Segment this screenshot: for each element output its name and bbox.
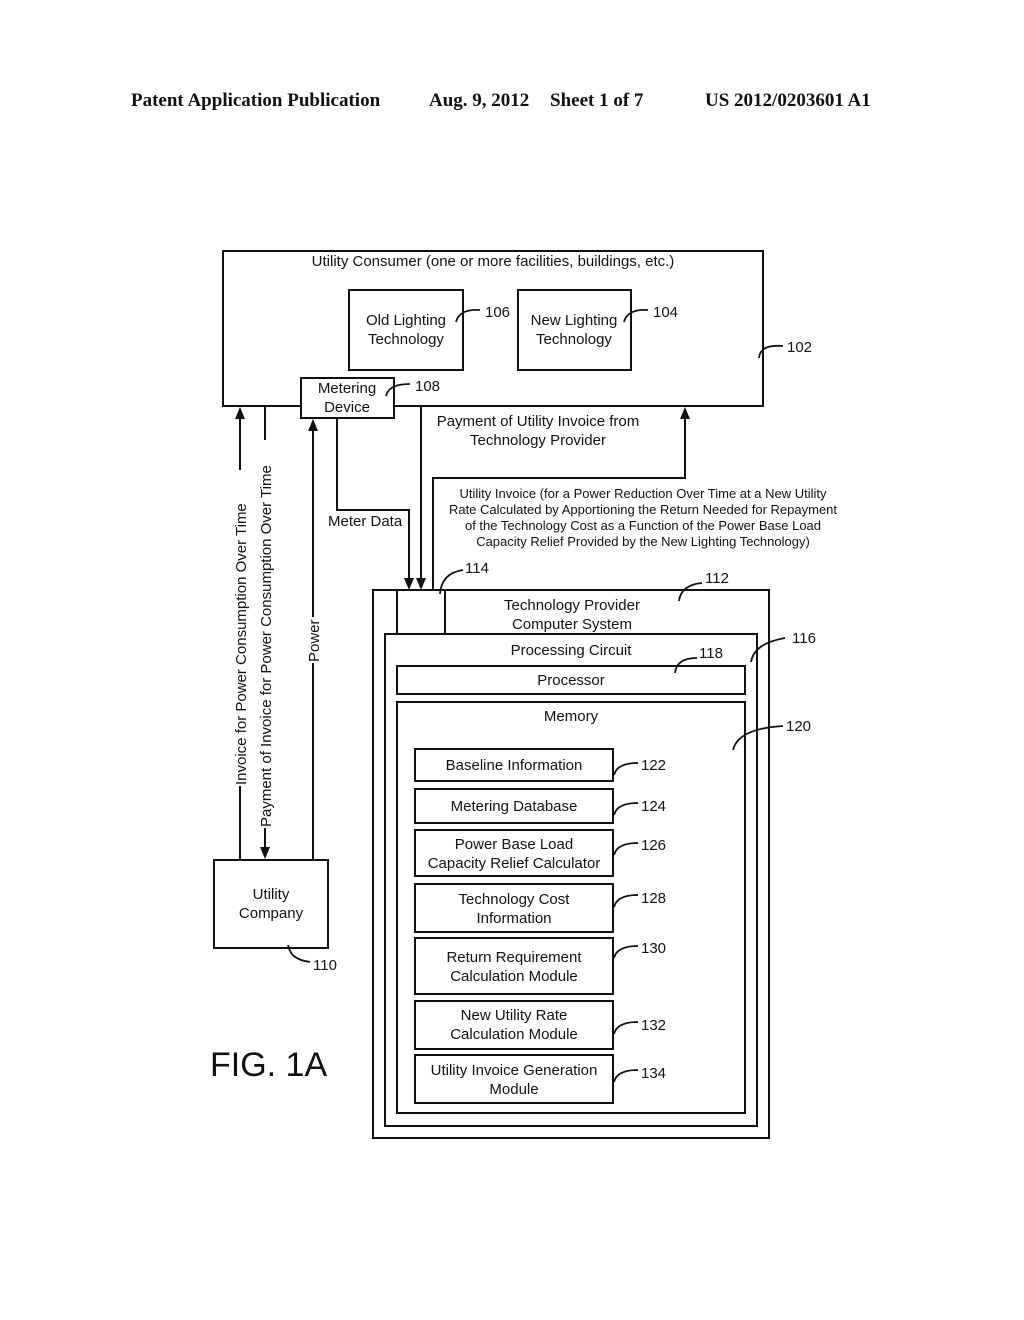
module-ref: 122: [641, 757, 666, 774]
meter-data-line: [336, 418, 410, 578]
meter-data-label: Meter Data: [328, 513, 403, 530]
module-label-line1: Technology Cost: [459, 891, 571, 908]
metering-line1: Metering: [318, 380, 376, 397]
ref-110: 110: [313, 957, 337, 974]
module-ref: 130: [641, 940, 666, 957]
utility-company-line2: Company: [239, 905, 304, 922]
module-box-130: [414, 937, 614, 995]
invoice-flow-label: Invoice for Power Consumption Over Time: [233, 503, 250, 785]
module-label-line2: Calculation Module: [450, 968, 578, 985]
arrow-up-icon: [680, 407, 690, 419]
payment-utility-line1: Payment of Utility Invoice from: [437, 413, 640, 430]
module-ref: 134: [641, 1065, 666, 1082]
ref-106: 106: [485, 304, 510, 321]
utility-company-line1: Utility: [253, 886, 290, 903]
payment-utility-line2: Technology Provider: [470, 432, 606, 449]
figure-label: FIG. 1A: [210, 1046, 327, 1084]
arrow-up-icon: [235, 407, 245, 419]
module-label-line2: Module: [489, 1081, 538, 1098]
metering-line2: Device: [324, 399, 370, 416]
arrow-down-icon: [260, 847, 270, 859]
utility-invoice-line4: Capacity Relief Provided by the New Ligh…: [476, 534, 810, 549]
payment-flow-label: Payment of Invoice for Power Consumption…: [258, 465, 275, 827]
ref-116: 116: [792, 630, 816, 647]
module-label: Baseline Information: [446, 757, 583, 774]
processor-title: Processor: [537, 672, 605, 689]
new-lighting-line1: New Lighting: [531, 312, 618, 329]
provider-line1: Technology Provider: [504, 597, 640, 614]
ref-112: 112: [705, 570, 729, 587]
utility-invoice-line3: of the Technology Cost as a Function of …: [465, 518, 821, 533]
module-ref: 126: [641, 837, 666, 854]
module-label-line2: Calculation Module: [450, 1026, 578, 1043]
module-label-line1: Return Requirement: [446, 949, 582, 966]
module-label-line2: Information: [476, 910, 551, 927]
ref-108: 108: [415, 378, 440, 395]
power-flow-label: Power: [306, 619, 323, 662]
ref-104: 104: [653, 304, 678, 321]
ref-102: 102: [787, 339, 812, 356]
ref-114: 114: [465, 560, 489, 577]
memory-title: Memory: [544, 708, 599, 725]
diagram-canvas: Utility Consumer (one or more facilities…: [210, 250, 837, 1139]
old-lighting-box: [348, 289, 464, 371]
communications-interface-box: [396, 589, 446, 636]
module-ref: 124: [641, 798, 666, 815]
module-label-line1: Power Base Load: [455, 836, 573, 853]
ref-118: 118: [699, 645, 723, 662]
ref-120: 120: [786, 718, 811, 735]
old-lighting-line2: Technology: [368, 331, 444, 348]
arrow-down-icon: [416, 578, 426, 590]
module-label-line1: New Utility Rate: [461, 1007, 568, 1024]
new-lighting-box: [517, 289, 632, 371]
utility-company-box: [213, 859, 329, 949]
provider-line2: Computer System: [512, 616, 632, 633]
module-label-line1: Utility Invoice Generation: [431, 1062, 598, 1079]
processing-circuit-title: Processing Circuit: [511, 642, 633, 659]
utility-invoice-line1: Utility Invoice (for a Power Reduction O…: [459, 486, 827, 501]
old-lighting-line1: Old Lighting: [366, 312, 446, 329]
module-ref: 132: [641, 1017, 666, 1034]
utility-invoice-line2: Rate Calculated by Apportioning the Retu…: [449, 502, 837, 517]
utility-consumer-title: Utility Consumer (one or more facilities…: [312, 253, 675, 270]
module-ref: 128: [641, 890, 666, 907]
module-label-line2: Capacity Relief Calculator: [428, 855, 601, 872]
new-lighting-line2: Technology: [536, 331, 612, 348]
arrow-down-icon: [404, 578, 414, 590]
module-label: Metering Database: [451, 798, 578, 815]
arrow-up-icon: [308, 419, 318, 431]
